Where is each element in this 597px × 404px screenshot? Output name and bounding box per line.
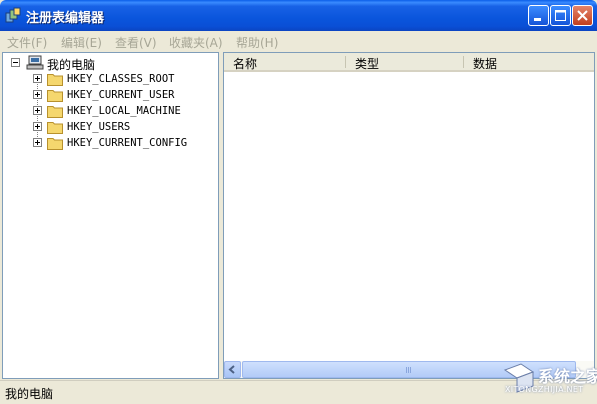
tree-item-hkcc[interactable]: HKEY_CURRENT_CONFIG — [3, 135, 213, 151]
minimize-button[interactable] — [528, 5, 549, 26]
close-button[interactable] — [572, 5, 593, 26]
menu-edit[interactable]: 编辑(E) — [61, 34, 102, 51]
column-name-label: 名称 — [233, 57, 258, 71]
tree-item-hkcu[interactable]: HKEY_CURRENT_USER — [3, 87, 213, 103]
scroll-left-button[interactable] — [224, 361, 241, 378]
tree-item-label: HKEY_LOCAL_MACHINE — [67, 105, 181, 117]
grip-line — [406, 367, 407, 373]
menu-favorites[interactable]: 收藏夹(A) — [169, 34, 223, 51]
plus-icon — [35, 124, 40, 129]
tree-item-my-computer[interactable]: 我的电脑 — [3, 55, 213, 72]
registry-tree[interactable]: 我的电脑 HKEY_CLASSES_ROOT HKEY_CURRENT_USER — [2, 52, 219, 379]
column-type-label: 类型 — [355, 57, 380, 71]
close-icon — [577, 10, 588, 21]
value-list[interactable]: 名称 类型 数据 — [223, 52, 595, 379]
window-title: 注册表编辑器 — [26, 11, 105, 26]
menu-file[interactable]: 文件(F) — [7, 34, 47, 51]
folder-icon — [47, 90, 63, 102]
collapse-toggle[interactable] — [11, 58, 20, 67]
expand-toggle[interactable] — [33, 122, 42, 131]
menu-help[interactable]: 帮助(H) — [236, 34, 278, 51]
plus-icon — [35, 108, 40, 113]
column-header-name[interactable]: 名称 — [224, 53, 346, 72]
arrow-left-icon — [228, 365, 235, 374]
grip-line — [410, 367, 411, 373]
tree-item-label: HKEY_CURRENT_USER — [67, 89, 175, 101]
column-data-label: 数据 — [473, 57, 498, 71]
grip-line — [408, 367, 409, 373]
registry-editor-window: 注册表编辑器 文件(F) 编辑(E) 查看(V) 收藏夹(A) 帮助(H) 我的… — [0, 0, 597, 404]
tree-item-hkcr[interactable]: HKEY_CLASSES_ROOT — [3, 71, 213, 87]
title-bar[interactable]: 注册表编辑器 — [0, 0, 597, 31]
expand-toggle[interactable] — [33, 74, 42, 83]
minus-icon — [13, 62, 18, 63]
minimize-icon — [534, 18, 541, 21]
tree-item-label: HKEY_USERS — [67, 121, 131, 133]
column-header-data[interactable]: 数据 — [464, 53, 594, 72]
folder-icon — [47, 106, 63, 118]
folder-icon — [47, 122, 63, 134]
maximize-icon — [555, 10, 566, 21]
tree-item-label: HKEY_CURRENT_CONFIG — [67, 137, 188, 149]
computer-icon — [26, 55, 44, 70]
menu-view[interactable]: 查看(V) — [115, 34, 157, 51]
expand-toggle[interactable] — [33, 106, 42, 115]
maximize-button[interactable] — [550, 5, 571, 26]
status-text: 我的电脑 — [5, 387, 54, 401]
regedit-icon — [5, 7, 21, 23]
watermark-text: 系统之家 — [538, 367, 597, 386]
menu-bar: 文件(F) 编辑(E) 查看(V) 收藏夹(A) 帮助(H) — [0, 31, 597, 51]
tree-item-label: HKEY_CLASSES_ROOT — [67, 73, 175, 85]
tree-item-hklm[interactable]: HKEY_LOCAL_MACHINE — [3, 103, 213, 119]
expand-toggle[interactable] — [33, 138, 42, 147]
folder-icon — [47, 74, 63, 86]
plus-icon — [35, 92, 40, 97]
plus-icon — [35, 140, 40, 145]
tree-item-hku[interactable]: HKEY_USERS — [3, 119, 213, 135]
watermark-subtext: XITONGZHIJIA.NET — [505, 385, 584, 394]
plus-icon — [35, 76, 40, 81]
expand-toggle[interactable] — [33, 90, 42, 99]
column-header-type[interactable]: 类型 — [346, 53, 464, 72]
folder-icon — [47, 138, 63, 150]
